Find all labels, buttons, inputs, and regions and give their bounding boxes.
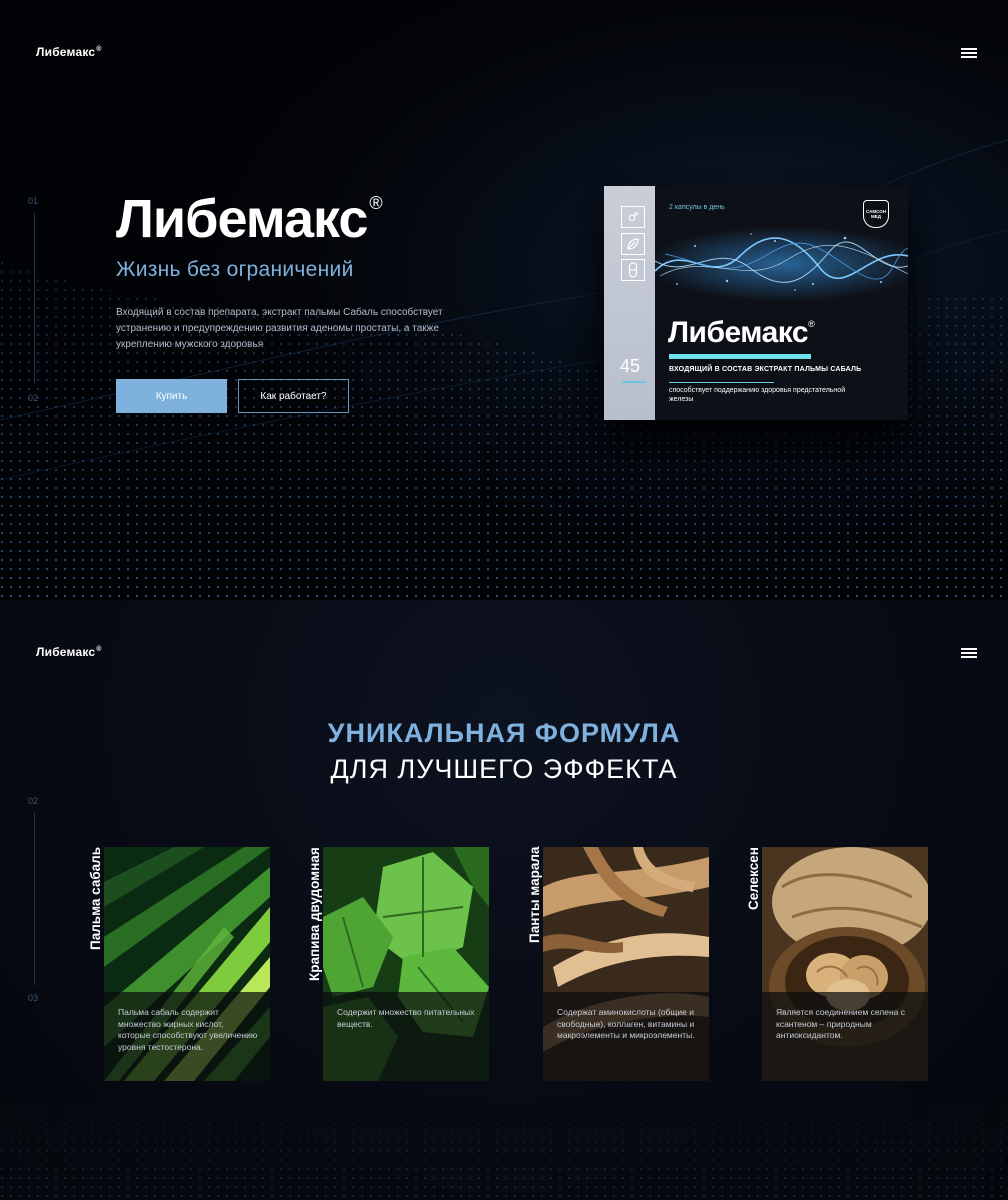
how-it-works-button[interactable]: Как работает? bbox=[238, 379, 349, 413]
card-description: Является соединением селена с ксантеном … bbox=[776, 1007, 906, 1040]
package-accent-bar bbox=[669, 354, 811, 359]
ingredient-card-selexen[interactable]: Является соединением селена с ксантеном … bbox=[762, 847, 928, 1081]
side-number-underline bbox=[622, 381, 646, 383]
package-ingredient-line: ВХОДЯЩИЙ В СОСТАВ ЭКСТРАКТ ПАЛЬМЫ САБАЛЬ bbox=[669, 366, 862, 373]
logo-mark: ® bbox=[96, 646, 102, 653]
product-package-image: ♂ 45 2 капсулы в день САМСОН МЕД Либемак… bbox=[604, 186, 908, 420]
logo-text: Либемакс bbox=[36, 645, 96, 659]
package-benefit-line: способствует поддержанию здоровья предст… bbox=[669, 387, 846, 403]
logo-text: Либемакс bbox=[36, 45, 96, 59]
package-title-mark: ® bbox=[808, 319, 815, 329]
capsule-icon bbox=[621, 259, 645, 281]
card-text-overlay bbox=[323, 992, 489, 1081]
package-side-panel: ♂ 45 bbox=[604, 186, 655, 420]
male-symbol-icon: ♂ bbox=[621, 206, 645, 228]
package-divider bbox=[669, 382, 774, 383]
hero-description: Входящий в состав препарата, экстракт па… bbox=[116, 307, 443, 350]
step-progress-line bbox=[34, 813, 35, 985]
step-number-03: 03 bbox=[28, 993, 39, 1003]
card-description: Содержат аминокислоты (общие и свободные… bbox=[557, 1007, 695, 1040]
step-number-02: 02 bbox=[28, 393, 39, 403]
hero-title-text: Либемакс bbox=[116, 189, 368, 249]
formula-section: Либемакс® 02 03 УНИКАЛЬНАЯ ФОРМУЛА ДЛЯ Л… bbox=[0, 600, 1008, 1200]
package-title-text: Либемакс bbox=[668, 316, 809, 349]
leaf-icon bbox=[621, 233, 645, 255]
step-number-01: 01 bbox=[28, 196, 39, 206]
step-progress-line bbox=[34, 213, 35, 383]
hero-title-mark: ® bbox=[369, 193, 382, 213]
card-label-nettle: Крапива двудомная bbox=[307, 847, 322, 981]
card-label-selexen: Селексен bbox=[746, 847, 761, 910]
hero-title: Либемакс ® bbox=[116, 188, 383, 250]
hero-subtitle: Жизнь без ограничений bbox=[116, 258, 354, 281]
section-logo[interactable]: Либемакс® bbox=[36, 645, 102, 659]
package-title: Либемакс® bbox=[668, 316, 815, 350]
card-description: Пальма сабаль содержит множество жирных … bbox=[118, 1007, 258, 1052]
hero-section: Либемакс® 01 02 Либемакс ® Жизнь без огра… bbox=[0, 0, 1008, 600]
ingredient-card-nettle[interactable]: Содержит множество питательных веществ. bbox=[323, 847, 489, 1081]
formula-heading: ДЛЯ ЛУЧШЕГО ЭФФЕКТА bbox=[330, 754, 678, 784]
ingredient-card-antlers[interactable]: Содержат аминокислоты (общие и свободные… bbox=[543, 847, 709, 1081]
formula-heading-accent: УНИКАЛЬНАЯ ФОРМУЛА bbox=[327, 718, 681, 748]
manufacturer-logo: САМСОН МЕД bbox=[863, 200, 889, 228]
logo-mark: ® bbox=[96, 46, 102, 53]
header-logo[interactable]: Либемакс® bbox=[36, 45, 102, 59]
package-side-number: 45 bbox=[620, 356, 641, 376]
capsules-per-day-text: 2 капсулы в день bbox=[669, 204, 725, 211]
ingredient-card-palm[interactable]: Пальма сабаль содержит множество жирных … bbox=[104, 847, 270, 1081]
package-front-panel: 2 капсулы в день САМСОН МЕД Либемакс® ВХ… bbox=[655, 186, 908, 420]
menu-icon[interactable] bbox=[961, 647, 977, 659]
menu-icon[interactable] bbox=[961, 47, 977, 59]
card-description: Содержит множество питательных веществ. bbox=[337, 1007, 475, 1029]
card-label-antlers: Панты марала bbox=[527, 847, 542, 944]
buy-button[interactable]: Купить bbox=[116, 379, 227, 413]
card-label-palm: Пальма сабаль bbox=[88, 847, 103, 951]
step-number-02: 02 bbox=[28, 796, 39, 806]
